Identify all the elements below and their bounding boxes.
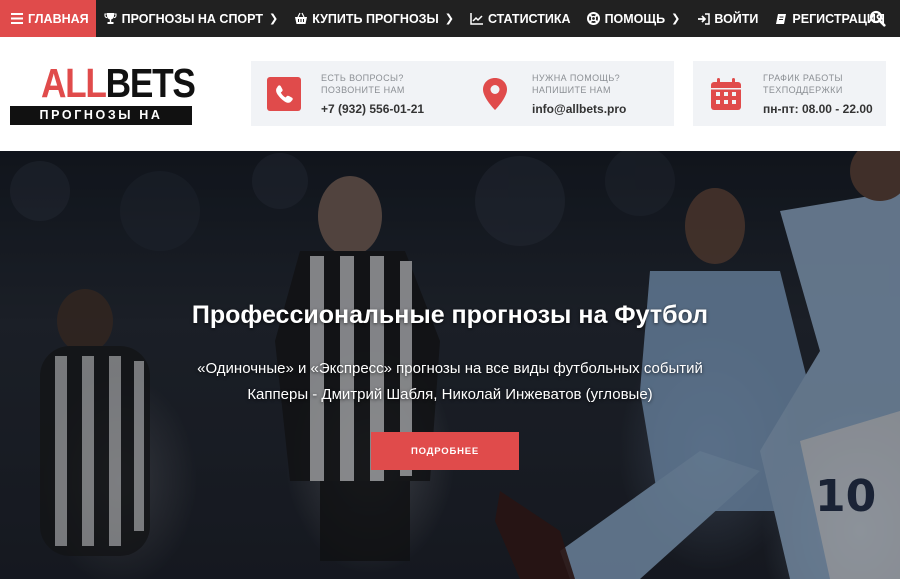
hero-subtitle: «Одиночные» и «Экспресс» прогнозы на все…	[197, 360, 703, 377]
phone-icon	[267, 76, 301, 111]
info-label: НУЖНА ПОМОЩЬ?	[532, 72, 621, 83]
info-box-email: НУЖНА ПОМОЩЬ? НАПИШИТЕ НАМ info@allbets.…	[462, 61, 674, 126]
trophy-icon	[104, 12, 118, 26]
info-label: НАПИШИТЕ НАМ	[532, 84, 611, 95]
info-box-phone: ЕСТЬ ВОПРОСЫ? ПОЗВОНИТЕ НАМ +7 (932) 556…	[251, 61, 463, 126]
chevron-right-icon: ❯	[444, 13, 454, 25]
working-hours: пн-пт: 08.00 - 22.00	[763, 101, 873, 116]
nav-item-label: ВОЙТИ	[714, 11, 759, 26]
logo-tagline: ПРОГНОЗЫ НА СПОРТ	[10, 106, 192, 141]
menu-icon	[10, 12, 24, 26]
hero-subtitle: Капперы - Дмитрий Шабля, Николай Инжеват…	[247, 386, 653, 403]
map-pin-icon	[478, 77, 512, 111]
search-button[interactable]	[869, 10, 886, 27]
chart-icon	[470, 12, 484, 26]
lifebuoy-icon	[587, 12, 601, 26]
nav-item-label: ПРОГНОЗЫ НА СПОРТ	[121, 11, 263, 26]
nav-item-home[interactable]: ГЛАВНАЯ	[0, 0, 96, 37]
nav-item-label: КУПИТЬ ПРОГНОЗЫ	[312, 11, 439, 26]
logo-wordmark: ALLBETS	[41, 60, 196, 106]
more-button[interactable]: ПОДРОБНЕЕ	[371, 432, 519, 470]
logo[interactable]: ALLBETS ПРОГНОЗЫ НА СПОРТ	[10, 60, 196, 141]
info-label: ЕСТЬ ВОПРОСЫ?	[321, 72, 404, 83]
email-address[interactable]: info@allbets.pro	[532, 102, 626, 116]
nav-item-label: ГЛАВНАЯ	[28, 11, 89, 26]
info-box-hours: ГРАФИК РАБОТЫ ТЕХПОДДЕРЖКИ пн-пт: 08.00 …	[693, 61, 886, 126]
book-icon	[774, 12, 788, 26]
nav-item-buy-predictions[interactable]: КУПИТЬ ПРОГНОЗЫ ❯	[286, 0, 462, 37]
nav-item-statistics[interactable]: СТАТИСТИКА	[462, 0, 579, 37]
basket-icon	[294, 12, 308, 26]
search-icon	[869, 10, 886, 27]
login-icon	[696, 12, 710, 26]
hero-title: Профессиональные прогнозы на Футбол	[191, 301, 709, 329]
nav-item-label: ПОМОЩЬ	[604, 11, 666, 26]
nav-item-sport-predictions[interactable]: ПРОГНОЗЫ НА СПОРТ ❯	[96, 0, 287, 37]
calendar-icon	[709, 77, 743, 111]
nav-item-help[interactable]: ПОМОЩЬ ❯	[579, 0, 689, 37]
phone-number[interactable]: +7 (932) 556-01-21	[321, 102, 424, 116]
hero-banner: 10 Профессиональные прогнозы на Футбол «…	[0, 151, 900, 579]
site-header: ALLBETS ПРОГНОЗЫ НА СПОРТ ЕСТЬ ВОПРОСЫ? …	[0, 37, 900, 151]
info-label: ТЕХПОДДЕРЖКИ	[763, 84, 843, 95]
chevron-right-icon: ❯	[671, 13, 681, 25]
info-label: ГРАФИК РАБОТЫ	[763, 72, 843, 83]
top-nav: ГЛАВНАЯ ПРОГНОЗЫ НА СПОРТ ❯ КУПИТЬ ПРОГН…	[0, 0, 900, 37]
nav-item-login[interactable]: ВОЙТИ	[688, 0, 766, 37]
chevron-right-icon: ❯	[268, 13, 279, 25]
info-label: ПОЗВОНИТЕ НАМ	[321, 84, 405, 95]
nav-item-label: СТАТИСТИКА	[487, 11, 571, 26]
